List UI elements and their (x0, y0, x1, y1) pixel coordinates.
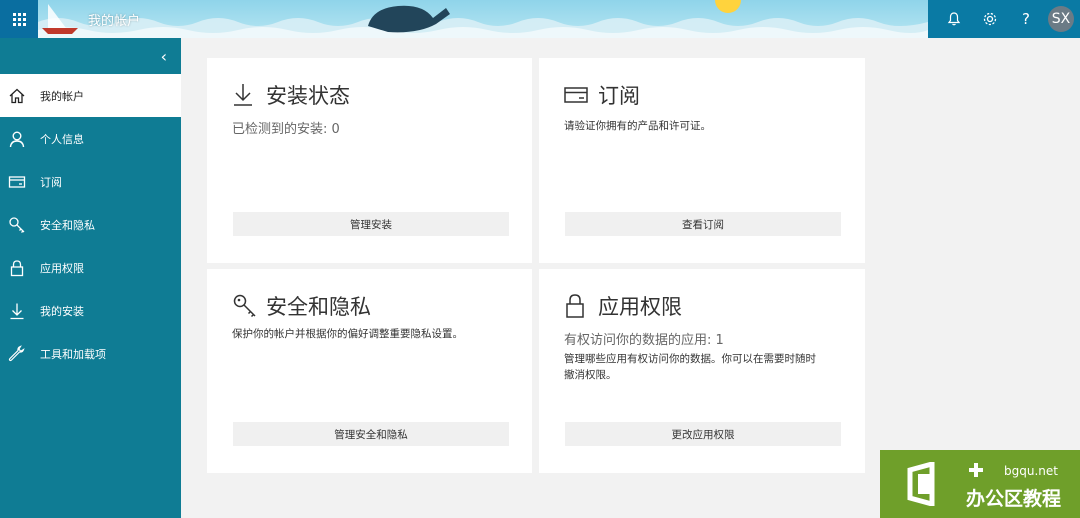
avatar[interactable]: SX (1048, 6, 1074, 32)
app-title: 我的帐户 (88, 14, 141, 29)
sidebar-item-label: 个人信息 (40, 132, 84, 146)
download-icon (7, 301, 27, 321)
chevron-left-icon: ‹ (160, 46, 167, 66)
manage-installs-button[interactable]: 管理安装 (233, 212, 509, 236)
sidebar: ‹ 我的帐户 个人信息 订阅 安全和隐私 应用权限 我的安装 工具和加载项 (0, 38, 181, 518)
sidebar-item-app-permissions[interactable]: 应用权限 (0, 246, 181, 289)
view-subscriptions-button[interactable]: 查看订阅 (565, 212, 841, 236)
sidebar-item-tools-addins[interactable]: 工具和加载项 (0, 332, 181, 375)
home-icon (7, 86, 27, 106)
sidebar-item-my-account[interactable]: 我的帐户 (0, 74, 181, 117)
top-bar: 我的帐户 ? SX (0, 0, 1080, 38)
sidebar-item-my-installs[interactable]: 我的安装 (0, 289, 181, 332)
subscription-description: 请验证你拥有的产品和许可证。 (564, 120, 711, 132)
app-permissions-title: 应用权限 (598, 295, 682, 319)
gear-icon (983, 12, 997, 26)
office-logo-icon (907, 462, 935, 506)
install-count: 已检测到的安装: 0 (232, 122, 340, 137)
watermark-url: bgqu.net (1004, 464, 1058, 478)
sidebar-item-label: 安全和隐私 (40, 218, 95, 232)
header-banner: 我的帐户 (38, 0, 928, 38)
key-icon (7, 215, 27, 235)
banner-illustration (38, 0, 928, 38)
collapse-sidebar-button[interactable]: ‹ (0, 38, 181, 74)
lock-icon (564, 293, 590, 319)
plus-icon (969, 463, 983, 477)
sidebar-item-label: 应用权限 (40, 261, 84, 275)
description-line: 管理哪些应用有权访问你的数据。你可以在需要时随时 (564, 353, 816, 365)
sidebar-item-label: 我的安装 (40, 304, 84, 318)
change-app-permissions-button[interactable]: 更改应用权限 (565, 422, 841, 446)
card-title: 安装状态 (232, 80, 350, 110)
app-launcher-button[interactable] (0, 0, 38, 38)
wrench-icon (7, 344, 27, 364)
manage-security-privacy-button[interactable]: 管理安全和隐私 (233, 422, 509, 446)
security-privacy-title: 安全和隐私 (266, 295, 371, 319)
apps-with-access-count: 有权访问你的数据的应用: 1 (564, 333, 724, 348)
sidebar-item-personal-info[interactable]: 个人信息 (0, 117, 181, 160)
card-title: 安全和隐私 (232, 291, 371, 321)
card-title: 订阅 (564, 80, 640, 110)
card-icon (564, 82, 590, 108)
lock-icon (7, 258, 27, 278)
sidebar-item-security-privacy[interactable]: 安全和隐私 (0, 203, 181, 246)
subscription-card: 订阅 请验证你拥有的产品和许可证。 查看订阅 (539, 58, 865, 263)
security-privacy-description: 保护你的帐户并根据你的偏好调整重要隐私设置。 (232, 328, 463, 340)
settings-button[interactable] (972, 0, 1008, 38)
install-status-card: 安装状态 已检测到的安装: 0 管理安装 (207, 58, 532, 263)
sidebar-item-label: 我的帐户 (40, 89, 84, 103)
app-permissions-description: 管理哪些应用有权访问你的数据。你可以在需要时随时 撤消权限。 (564, 351, 816, 383)
install-status-title: 安装状态 (266, 84, 350, 108)
sidebar-item-label: 订阅 (40, 175, 62, 189)
app-permissions-card: 应用权限 有权访问你的数据的应用: 1 管理哪些应用有权访问你的数据。你可以在需… (539, 269, 865, 473)
help-button[interactable]: ? (1008, 0, 1044, 38)
notifications-button[interactable] (936, 0, 972, 38)
person-icon (7, 129, 27, 149)
security-privacy-card: 安全和隐私 保护你的帐户并根据你的偏好调整重要隐私设置。 管理安全和隐私 (207, 269, 532, 473)
sidebar-item-subscriptions[interactable]: 订阅 (0, 160, 181, 203)
sidebar-item-label: 工具和加载项 (40, 347, 106, 361)
subscription-title: 订阅 (598, 84, 640, 108)
description-line: 撤消权限。 (564, 369, 617, 381)
app-launcher-icon (12, 12, 26, 26)
header-actions: ? SX (928, 0, 1080, 38)
download-icon (232, 82, 258, 108)
watermark-name: 办公区教程 (966, 488, 1062, 510)
key-icon (232, 293, 258, 319)
card-title: 应用权限 (564, 291, 682, 321)
bell-icon (947, 12, 961, 26)
site-watermark: bgqu.net 办公区教程 (880, 450, 1080, 518)
card-icon (7, 172, 27, 192)
help-icon: ? (1022, 10, 1030, 28)
